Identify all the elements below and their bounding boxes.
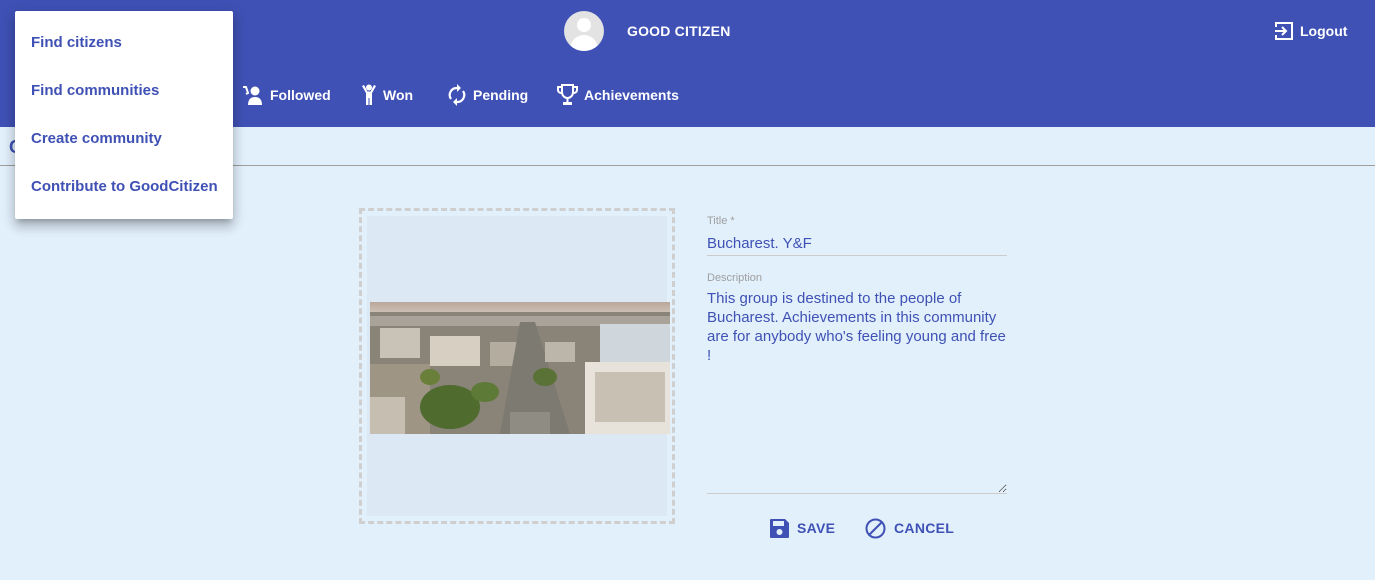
save-label: SAVE — [797, 520, 836, 536]
menu-item-contribute[interactable]: Contribute to GoodCitizen — [31, 178, 218, 195]
nav-pending[interactable]: Pending — [447, 83, 528, 107]
nav-won-label: Won — [383, 87, 414, 103]
cancel-icon — [865, 518, 886, 538]
nav-won[interactable]: Won — [361, 83, 413, 107]
avatar-body — [570, 35, 598, 51]
nav-achievements-label: Achievements — [584, 87, 679, 103]
image-dropzone[interactable] — [359, 208, 675, 524]
nav-followed-label: Followed — [270, 87, 331, 103]
pending-icon — [448, 84, 466, 106]
menu-item-find-communities[interactable]: Find communities — [31, 82, 159, 99]
title-label: Title * — [707, 215, 735, 227]
logout-icon — [1275, 22, 1293, 40]
trophy-icon — [557, 84, 578, 105]
nav-pending-label: Pending — [473, 87, 529, 103]
menu-item-create-community[interactable]: Create community — [31, 130, 162, 147]
won-icon — [362, 84, 376, 105]
navigation-menu: Find citizens Find communities Create co… — [15, 11, 233, 219]
app-title: GOOD CITIZEN — [627, 23, 731, 39]
community-image — [370, 302, 670, 434]
cancel-button[interactable]: CANCEL — [865, 516, 954, 540]
save-button[interactable]: SAVE — [770, 516, 835, 540]
avatar[interactable] — [564, 11, 604, 51]
menu-item-find-citizens[interactable]: Find citizens — [31, 34, 122, 51]
description-label: Description — [707, 272, 763, 284]
cancel-label: CANCEL — [894, 520, 955, 536]
title-input[interactable] — [707, 231, 1007, 256]
save-icon — [770, 518, 789, 538]
logout-button[interactable]: Logout — [1274, 21, 1347, 41]
description-input[interactable]: This group is destined to the people of … — [707, 289, 1007, 494]
avatar-head — [577, 18, 591, 32]
followed-icon — [243, 86, 262, 105]
nav-achievements[interactable]: Achievements — [557, 83, 679, 107]
nav-followed[interactable]: Followed — [242, 83, 331, 107]
logout-label: Logout — [1300, 23, 1348, 39]
